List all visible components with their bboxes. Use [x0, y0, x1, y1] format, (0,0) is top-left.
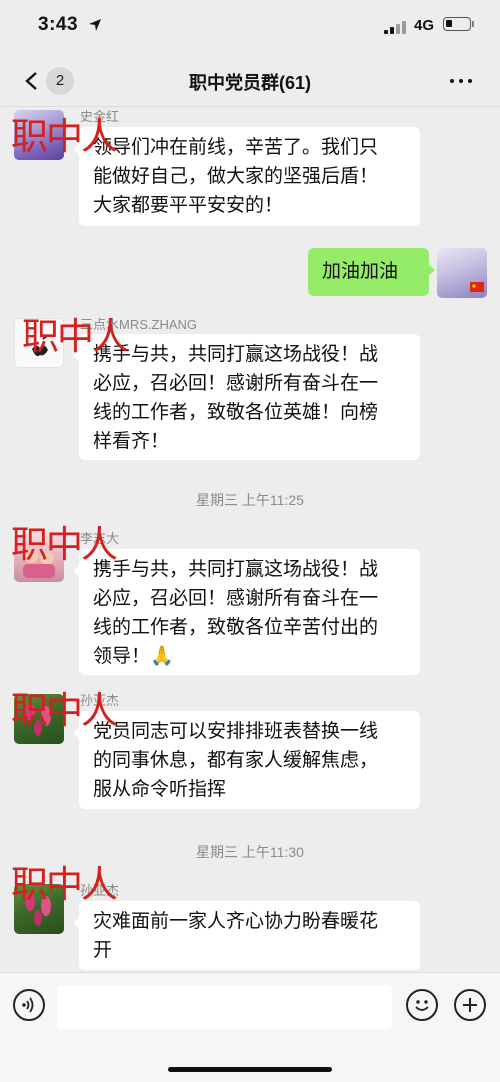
watermark: 职中人 — [11, 863, 118, 906]
message-line: 必应，召必回！感谢所有奋斗在一 — [93, 588, 379, 609]
input-bar — [0, 972, 500, 1082]
watermark: 职中人 — [11, 115, 118, 158]
add-more-icon — [463, 998, 477, 1012]
message-bubble[interactable]: 领导们冲在前线，辛苦了。我们只 能做好自己，做大家的坚强后盾！ 大家都要平平安安… — [73, 127, 420, 226]
more-options-icon[interactable] — [444, 70, 478, 92]
message-bubble[interactable]: 灾难面前一家人齐心协力盼春暖花 开 — [73, 901, 420, 970]
voice-input-icon[interactable] — [13, 989, 45, 1021]
battery-tip — [472, 21, 474, 27]
message-line: 加油加油 — [322, 261, 399, 282]
sound-waves-icon — [22, 997, 34, 1013]
message-line: 的同事休息，都有家人缓解焦虑， — [93, 750, 379, 771]
message-line: 服从命令听指挥 — [93, 779, 227, 800]
my-message-bubble[interactable]: 加油加油 — [308, 248, 435, 296]
message-line: 领导们冲在前线，辛苦了。我们只 — [93, 137, 379, 158]
status-bar: 3:43 4G — [0, 0, 500, 56]
watermark: 职中人 — [11, 689, 118, 732]
message-bubble[interactable]: 党员同志可以安排排班表替换一线 的同事休息，都有家人缓解焦虑， 服从命令听指挥 — [73, 711, 420, 809]
chat-header: 2 职中党员群(61) — [0, 56, 500, 107]
status-time: 3:43 — [38, 14, 79, 35]
flag-icon — [470, 282, 484, 292]
message-line: 线的工作者，致敬各位辛苦付出的 — [93, 617, 379, 638]
emoji-icon[interactable] — [406, 989, 438, 1021]
network-type: 4G — [414, 17, 435, 34]
home-indicator — [168, 1067, 332, 1072]
signal-strength-icon — [384, 20, 408, 34]
message-line: 能做好自己，做大家的坚强后盾！ — [93, 166, 379, 187]
message-line: 必应，召必回！感谢所有奋斗在一 — [93, 373, 379, 394]
chat-title: 职中党员群(61) — [188, 73, 311, 93]
my-avatar[interactable] — [437, 248, 487, 298]
message-line: 样看齐！ — [93, 431, 170, 452]
message-line: 党员同志可以安排排班表替换一线 — [93, 721, 379, 742]
watermark: 职中人 — [11, 523, 118, 566]
plus-icon[interactable] — [454, 989, 486, 1021]
message-bubble[interactable]: 携手与共，共同打赢这场战役！战 必应，召必回！感谢所有奋斗在一 线的工作者，致敬… — [73, 334, 420, 460]
timestamp: 星期三 上午11:25 — [196, 492, 304, 508]
message-line: 开 — [93, 940, 113, 961]
message-bubble[interactable]: 携手与共，共同打赢这场战役！战 必应，召必回！感谢所有奋斗在一 线的工作者，致敬… — [73, 549, 420, 675]
watermark: 职中人 — [22, 315, 129, 358]
message-line: 线的工作者，致敬各位英雄！向榜 — [93, 402, 379, 423]
message-line: 携手与共，共同打赢这场战役！战 — [93, 559, 379, 580]
message-line: 灾难面前一家人齐心协力盼春暖花 — [93, 911, 379, 932]
message-line: 大家都要平平安安的！ — [93, 195, 284, 216]
smiley-face-icon — [415, 1000, 429, 1011]
message-line: 领导！🙏 — [93, 646, 174, 667]
battery-icon — [443, 17, 471, 31]
message-input[interactable] — [57, 985, 392, 1029]
location-arrow-icon — [89, 19, 101, 31]
message-line: 携手与共，共同打赢这场战役！战 — [93, 344, 379, 365]
